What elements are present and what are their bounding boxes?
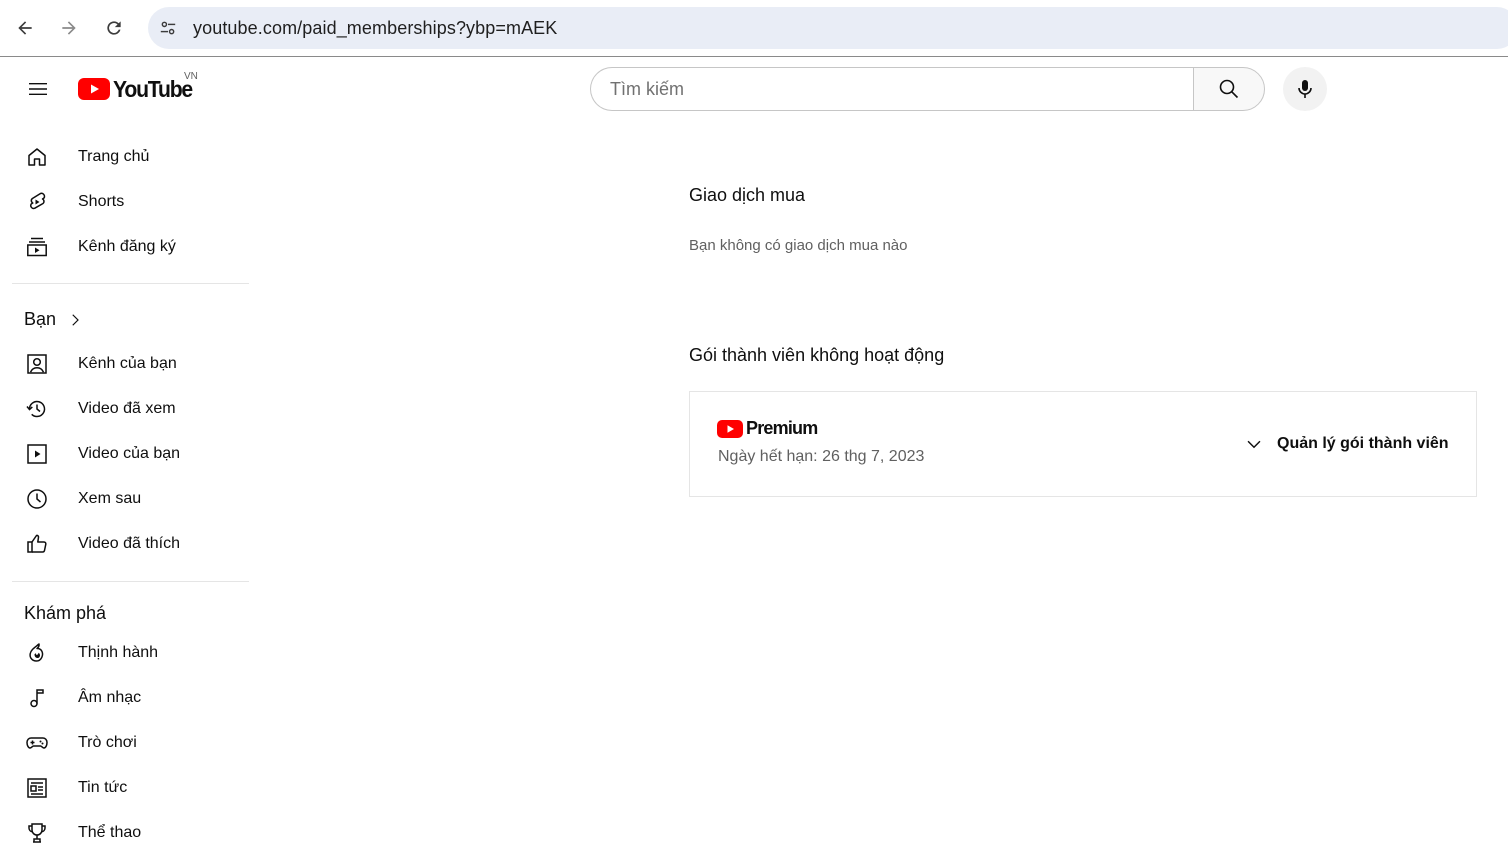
youtube-play-logo-icon <box>717 419 743 438</box>
search-input[interactable] <box>610 78 1170 100</box>
your-videos-icon <box>25 442 49 466</box>
sidebar-item-label: Trang chủ <box>78 148 150 165</box>
sidebar-item-music[interactable]: Âm nhạc <box>12 678 236 718</box>
sidebar-item-liked-videos[interactable]: Video đã thích <box>12 524 236 564</box>
site-settings-icon[interactable] <box>158 18 178 38</box>
premium-logo: Premium <box>717 418 818 439</box>
logo-wordmark: YouTube <box>113 75 193 102</box>
sidebar-divider <box>12 283 249 284</box>
chevron-right-icon <box>72 313 79 326</box>
liked-icon <box>25 532 49 556</box>
music-icon <box>25 686 49 710</box>
manage-membership-label: Quản lý gói thành viên <box>1277 435 1449 452</box>
sidebar-item-trending[interactable]: Thịnh hành <box>12 633 236 673</box>
youtube-play-logo-icon <box>78 78 110 100</box>
url-text[interactable]: youtube.com/paid_memberships?ybp=mAEK <box>193 18 557 39</box>
sidebar-item-label: Video đã xem <box>78 400 176 417</box>
inactive-memberships-title: Gói thành viên không hoạt động <box>689 345 945 365</box>
gaming-icon <box>25 731 49 755</box>
sidebar-item-label: Tin tức <box>78 779 128 796</box>
guide-menu-button[interactable] <box>18 69 58 109</box>
watch-later-icon <box>25 487 49 511</box>
sidebar-item-label: Video đã thích <box>78 535 181 552</box>
sidebar-item-label: Trò chơi <box>78 734 137 751</box>
manage-membership-button[interactable]: Quản lý gói thành viên <box>1243 432 1449 456</box>
sidebar-item-label: Âm nhạc <box>78 689 142 706</box>
sidebar-item-label: Video của bạn <box>78 445 181 462</box>
chevron-down-icon <box>1247 440 1261 449</box>
news-icon <box>25 776 49 800</box>
sports-icon <box>25 821 49 845</box>
sidebar-item-your-channel[interactable]: Kênh của bạn <box>12 344 236 384</box>
forward-button[interactable] <box>51 10 87 46</box>
reload-button[interactable] <box>96 10 132 46</box>
menu-icon <box>29 83 47 95</box>
sidebar-item-history[interactable]: Video đã xem <box>12 389 236 429</box>
membership-card: Premium Ngày hết hạn: 26 thg 7, 2023 Quả… <box>689 391 1477 497</box>
sidebar-item-label: Kênh của bạn <box>78 355 177 372</box>
sidebar-divider <box>12 581 249 582</box>
forward-arrow-icon <box>62 21 76 35</box>
home-icon <box>25 145 49 169</box>
purchases-empty-text: Bạn không có giao dịch mua nào <box>689 237 908 254</box>
sidebar-item-watch-later[interactable]: Xem sau <box>12 479 236 519</box>
sidebar-item-label: Xem sau <box>78 490 142 507</box>
back-arrow-icon <box>18 21 32 35</box>
search-box[interactable] <box>590 67 1194 111</box>
subscriptions-icon <box>25 235 49 259</box>
your-channel-icon <box>25 352 49 376</box>
youtube-header: YouTube VN <box>0 57 1508 121</box>
sidebar: Trang chủ Shorts Kênh đăng ký Bạn Kênh c… <box>0 121 250 862</box>
address-bar[interactable]: youtube.com/paid_memberships?ybp=mAEK <box>148 7 1508 49</box>
sidebar-item-gaming[interactable]: Trò chơi <box>12 723 236 763</box>
sidebar-item-subscriptions[interactable]: Kênh đăng ký <box>12 227 236 267</box>
sidebar-section-explore: Khám phá <box>24 603 106 624</box>
sidebar-item-label: Shorts <box>78 193 125 210</box>
sidebar-item-label: Kênh đăng ký <box>78 238 176 255</box>
section-title: Bạn <box>24 309 57 329</box>
microphone-icon <box>1298 80 1312 98</box>
search-icon <box>1219 79 1239 99</box>
shorts-icon <box>25 190 49 214</box>
premium-wordmark: Premium <box>746 418 818 438</box>
reload-icon <box>107 21 121 35</box>
sidebar-item-shorts[interactable]: Shorts <box>12 182 236 222</box>
membership-expiry: Ngày hết hạn: 26 thg 7, 2023 <box>718 448 925 465</box>
purchases-title: Giao dịch mua <box>689 185 806 205</box>
region-code: VN <box>184 71 198 82</box>
sidebar-item-label: Thịnh hành <box>78 644 159 661</box>
browser-toolbar: youtube.com/paid_memberships?ybp=mAEK <box>0 0 1508 57</box>
sidebar-item-your-videos[interactable]: Video của bạn <box>12 434 236 474</box>
voice-search-button[interactable] <box>1283 67 1327 111</box>
sidebar-item-sports[interactable]: Thể thao <box>12 813 236 853</box>
section-title: Khám phá <box>24 603 107 623</box>
back-button[interactable] <box>7 10 43 46</box>
sidebar-item-home[interactable]: Trang chủ <box>12 137 236 177</box>
sidebar-item-news[interactable]: Tin tức <box>12 768 236 808</box>
search-button[interactable] <box>1193 67 1265 111</box>
trending-icon <box>25 641 49 665</box>
sidebar-item-label: Thể thao <box>78 824 142 841</box>
sidebar-section-you[interactable]: Bạn <box>24 309 84 330</box>
youtube-logo[interactable]: YouTube VN <box>78 71 199 103</box>
history-icon <box>25 397 49 421</box>
